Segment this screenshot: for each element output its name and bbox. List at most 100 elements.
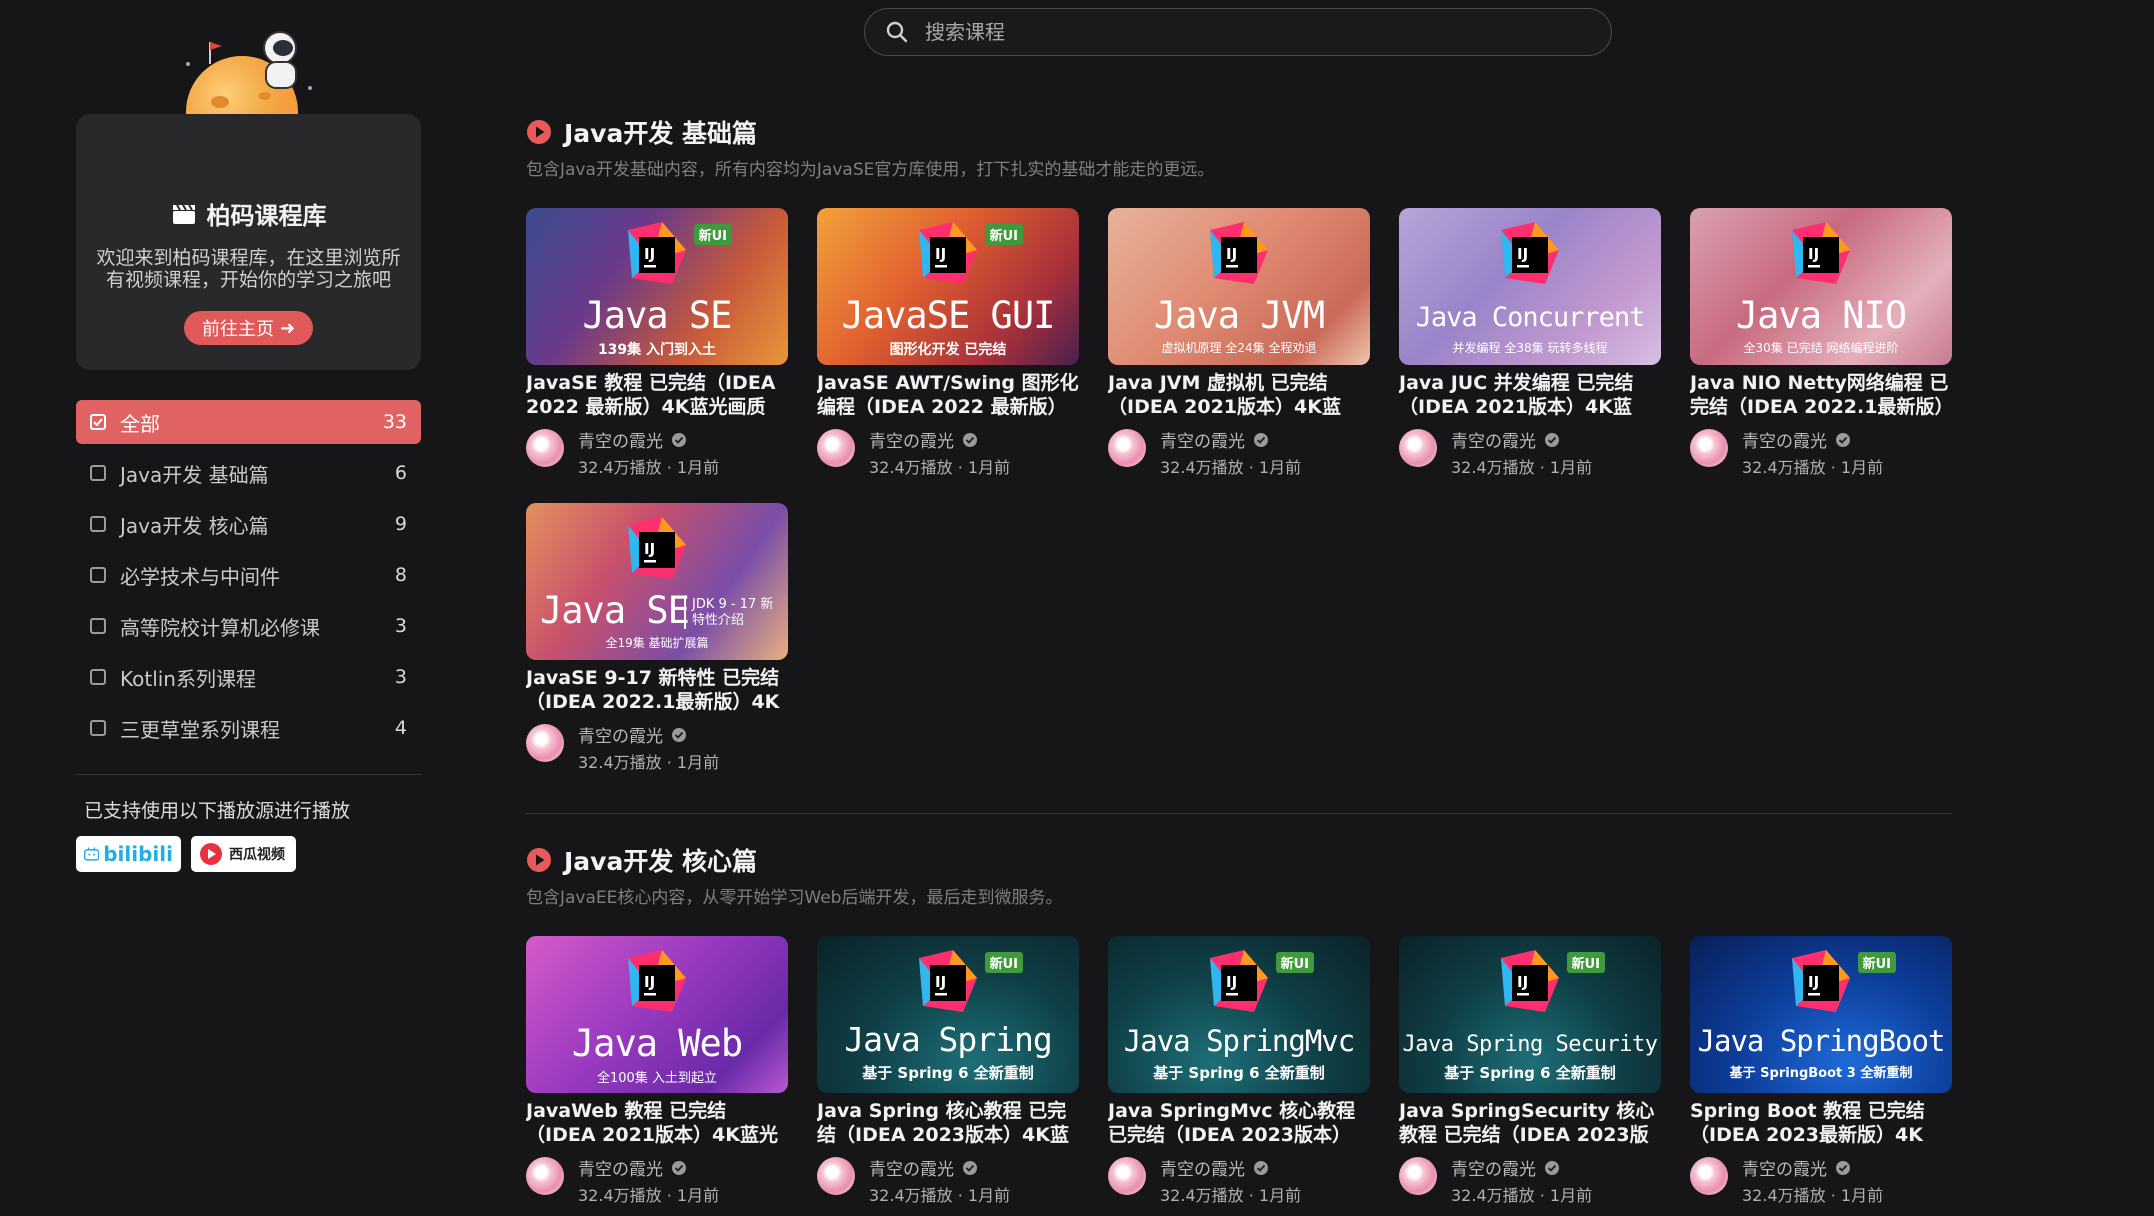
- intellij-logo-icon: IJ: [1501, 222, 1559, 284]
- author-name[interactable]: 青空の霞光: [869, 427, 1010, 452]
- verified-icon: [1254, 432, 1268, 447]
- thumbnail-tag: JDK 9 - 17 新特性介绍: [684, 597, 782, 629]
- intellij-logo-icon: IJ: [919, 950, 977, 1012]
- category-count: 3: [394, 615, 407, 637]
- course-title[interactable]: Java NIO Netty网络编程 已完结（IDEA 2022.1最新版）4K…: [1690, 371, 1952, 419]
- author-avatar[interactable]: [1399, 1157, 1437, 1195]
- course-card[interactable]: IJ Java NIO 全30集 已完结 网络编程进阶 Java NIO Net…: [1690, 208, 1952, 478]
- course-card[interactable]: IJ Java Concurrent 并发编程 全38集 玩转多线程 Java …: [1399, 208, 1661, 478]
- course-title[interactable]: JavaSE 9-17 新特性 已完结（IDEA 2022.1最新版）4K蓝..…: [526, 666, 788, 714]
- course-title[interactable]: JavaWeb 教程 已完结（IDEA 2021版本）4K蓝光画质 入土...: [526, 1099, 788, 1147]
- course-thumbnail[interactable]: IJ 新UI JavaSE GUI 图形化开发 已完结: [817, 208, 1079, 365]
- author-avatar[interactable]: [526, 1157, 564, 1195]
- category-item-java-core[interactable]: Java开发 核心篇 9: [76, 502, 421, 546]
- course-thumbnail[interactable]: IJ Java NIO 全30集 已完结 网络编程进阶: [1690, 208, 1952, 365]
- xigua-logo[interactable]: 西瓜视频: [191, 836, 296, 872]
- course-thumbnail[interactable]: IJ 新UI Java Spring Security 基于 Spring 6 …: [1399, 936, 1661, 1093]
- course-meta: 青空の霞光 32.4万播放 · 1月前: [526, 722, 788, 773]
- category-item-university[interactable]: 高等院校计算机必修课 3: [76, 604, 421, 648]
- category-item-sangeng[interactable]: 三更草堂系列课程 4: [76, 706, 421, 750]
- author-name[interactable]: 青空の霞光: [578, 1155, 719, 1180]
- author-name-text: 青空の霞光: [1160, 1160, 1245, 1180]
- author-avatar[interactable]: [1690, 429, 1728, 467]
- category-count: 4: [394, 717, 407, 739]
- author-name[interactable]: 青空の霞光: [1742, 427, 1883, 452]
- author-avatar[interactable]: [1108, 1157, 1146, 1195]
- author-avatar[interactable]: [1690, 1157, 1728, 1195]
- course-title[interactable]: Java SpringMvc 核心教程 已完结（IDEA 2023版本）4K..…: [1108, 1099, 1370, 1147]
- category-item-kotlin[interactable]: Kotlin系列课程 3: [76, 655, 421, 699]
- course-card[interactable]: IJ 新UI Java Spring 基于 Spring 6 全新重制 Java…: [817, 936, 1079, 1206]
- course-thumbnail[interactable]: IJ 新UI Java SE 139集 入门到入土: [526, 208, 788, 365]
- course-card[interactable]: IJ Java Web 全100集 入土到起立 JavaWeb 教程 已完结（I…: [526, 936, 788, 1206]
- author-name-text: 青空の霞光: [1742, 1160, 1827, 1180]
- course-thumbnail[interactable]: IJ Java Web 全100集 入土到起立: [526, 936, 788, 1093]
- go-home-button[interactable]: 前往主页 ➜: [183, 311, 314, 345]
- svg-text:IJ: IJ: [1517, 973, 1528, 991]
- course-title[interactable]: Java JUC 并发编程 已完结（IDEA 2021版本）4K蓝光...: [1399, 371, 1661, 419]
- thumbnail-title: Java Concurrent: [1415, 302, 1646, 333]
- course-card[interactable]: IJ 新UI JavaSE GUI 图形化开发 已完结 JavaSE AWT/S…: [817, 208, 1079, 478]
- course-card[interactable]: IJ Java JVM 虚拟机原理 全24集 全程劝退 Java JVM 虚拟机…: [1108, 208, 1370, 478]
- author-name[interactable]: 青空の霞光: [1742, 1155, 1883, 1180]
- course-title[interactable]: JavaSE 教程 已完结（IDEA 2022 最新版）4K蓝光画质+...: [526, 371, 788, 419]
- author-name[interactable]: 青空の霞光: [1160, 427, 1301, 452]
- category-item-middleware[interactable]: 必学技术与中间件 8: [76, 553, 421, 597]
- category-count: 8: [394, 564, 407, 586]
- search-icon: [886, 21, 908, 43]
- course-stats: 32.4万播放 · 1月前: [578, 1186, 720, 1205]
- author-avatar[interactable]: [817, 429, 855, 467]
- play-circle-icon: [527, 120, 551, 144]
- section-divider: [526, 813, 1952, 814]
- thumbnail-title: JavaSE GUI: [841, 294, 1056, 337]
- search-bar[interactable]: [864, 8, 1612, 56]
- course-meta: 青空の霞光 32.4万播放 · 1月前: [817, 1155, 1079, 1206]
- bilibili-logo[interactable]: bilibili: [76, 836, 181, 872]
- course-thumbnail[interactable]: IJ 新UI Java Spring 基于 Spring 6 全新重制: [817, 936, 1079, 1093]
- search-input[interactable]: [923, 19, 1547, 45]
- course-title[interactable]: Java Spring 核心教程 已完结（IDEA 2023版本）4K蓝光...: [817, 1099, 1079, 1147]
- course-title[interactable]: Java JVM 虚拟机 已完结（IDEA 2021版本）4K蓝光...: [1108, 371, 1370, 419]
- author-avatar[interactable]: [526, 429, 564, 467]
- author-avatar[interactable]: [817, 1157, 855, 1195]
- course-title[interactable]: Spring Boot 教程 已完结（IDEA 2023最新版）4K蓝...: [1690, 1099, 1952, 1147]
- course-title[interactable]: Java SpringSecurity 核心教程 已完结（IDEA 2023版本…: [1399, 1099, 1661, 1147]
- course-thumbnail[interactable]: IJ Java Concurrent 并发编程 全38集 玩转多线程: [1399, 208, 1661, 365]
- author-name[interactable]: 青空の霞光: [578, 427, 719, 452]
- category-label: Kotlin系列课程: [120, 666, 256, 691]
- category-item-all[interactable]: 全部 33: [76, 400, 421, 444]
- course-card[interactable]: IJ 新UI Java SpringBoot 基于 SpringBoot 3 全…: [1690, 936, 1952, 1206]
- svg-text:IJ: IJ: [935, 245, 946, 263]
- course-card[interactable]: IJ Java SE JDK 9 - 17 新特性介绍 全19集 基础扩展篇 J…: [526, 503, 788, 773]
- new-ui-badge: 新UI: [984, 224, 1023, 245]
- course-title[interactable]: JavaSE AWT/Swing 图形化编程（IDEA 2022 最新版）4K蓝…: [817, 371, 1079, 419]
- author-name[interactable]: 青空の霞光: [869, 1155, 1010, 1180]
- author-name[interactable]: 青空の霞光: [1160, 1155, 1301, 1180]
- category-item-java-basic[interactable]: Java开发 基础篇 6: [76, 451, 421, 495]
- course-card[interactable]: IJ 新UI Java Spring Security 基于 Spring 6 …: [1399, 936, 1661, 1206]
- course-card[interactable]: IJ 新UI Java SE 139集 入门到入土 JavaSE 教程 已完结（…: [526, 208, 788, 478]
- course-thumbnail[interactable]: IJ Java SE JDK 9 - 17 新特性介绍 全19集 基础扩展篇: [526, 503, 788, 660]
- author-name[interactable]: 青空の霞光: [1451, 427, 1592, 452]
- thumbnail-title: Java SE: [540, 589, 690, 632]
- intellij-logo-icon: IJ: [628, 517, 686, 579]
- play-circle-icon: [527, 848, 551, 872]
- author-name[interactable]: 青空の霞光: [1451, 1155, 1592, 1180]
- section-description: 包含JavaEE核心内容，从零开始学习Web后端开发，最后走到微服务。: [526, 888, 1063, 908]
- author-avatar[interactable]: [1399, 429, 1437, 467]
- course-card[interactable]: IJ 新UI Java SpringMvc 基于 Spring 6 全新重制 J…: [1108, 936, 1370, 1206]
- thumbnail-subtitle: 基于 Spring 6 全新重制: [1153, 1064, 1325, 1082]
- course-thumbnail[interactable]: IJ 新UI Java SpringMvc 基于 Spring 6 全新重制: [1108, 936, 1370, 1093]
- checkbox-checked-icon: [90, 414, 106, 430]
- author-name[interactable]: 青空の霞光: [578, 722, 719, 747]
- new-ui-badge: 新UI: [1275, 952, 1314, 973]
- verified-icon: [1836, 432, 1850, 447]
- author-avatar[interactable]: [526, 724, 564, 762]
- author-name-text: 青空の霞光: [578, 727, 663, 747]
- new-ui-badge: 新UI: [693, 224, 732, 245]
- course-thumbnail[interactable]: IJ Java JVM 虚拟机原理 全24集 全程劝退: [1108, 208, 1370, 365]
- course-thumbnail[interactable]: IJ 新UI Java SpringBoot 基于 SpringBoot 3 全…: [1690, 936, 1952, 1093]
- thumbnail-subtitle: 139集 入门到入土: [597, 342, 717, 358]
- course-meta: 青空の霞光 32.4万播放 · 1月前: [1399, 1155, 1661, 1206]
- author-avatar[interactable]: [1108, 429, 1146, 467]
